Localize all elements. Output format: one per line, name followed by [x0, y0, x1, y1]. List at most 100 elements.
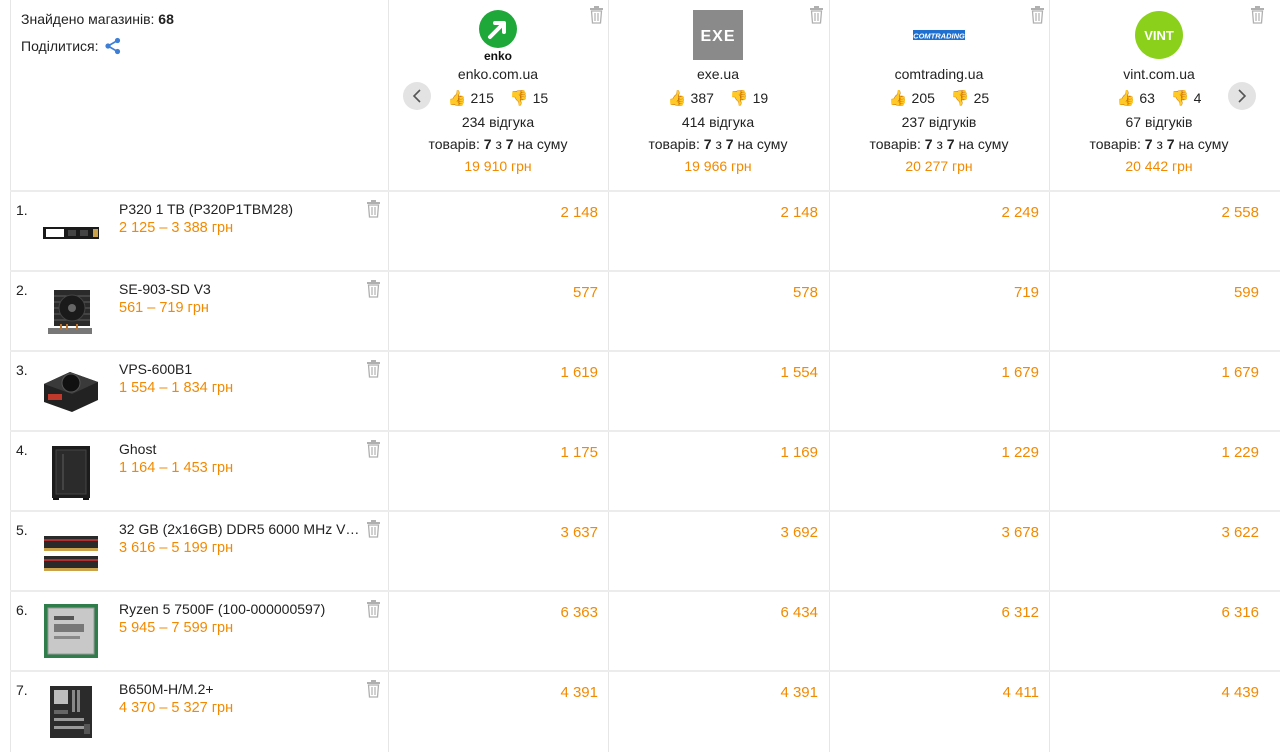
motherboard-icon[interactable]: [40, 680, 102, 742]
remove-product-trash-icon[interactable]: [366, 280, 381, 298]
thumbs-down-icon: 👎: [509, 90, 529, 107]
remove-store-trash-icon[interactable]: [1250, 6, 1265, 24]
store-price[interactable]: 719: [829, 284, 1039, 301]
store-price[interactable]: 1 554: [608, 364, 818, 381]
case-icon[interactable]: [40, 440, 102, 502]
table-row: 2. SE-903-SD V3 561 – 719 грн 577 578 71…: [0, 272, 1280, 352]
store-price[interactable]: 4 439: [1049, 684, 1259, 701]
likes-count: 63: [1139, 90, 1155, 106]
cpu-icon[interactable]: [40, 600, 102, 662]
store-price[interactable]: 2 148: [388, 204, 598, 221]
chevron-right-icon: [1238, 89, 1247, 103]
store-domain[interactable]: enko.com.ua: [388, 66, 608, 82]
share-icon[interactable]: [104, 37, 122, 55]
thumbs-up-icon: 👍: [447, 90, 467, 107]
store-price[interactable]: 1 679: [1049, 364, 1259, 381]
store-reviews[interactable]: 237 відгуків: [829, 114, 1049, 130]
store-reviews[interactable]: 414 відгука: [608, 114, 828, 130]
svg-text:enko: enko: [484, 49, 512, 62]
store-price[interactable]: 3 678: [829, 524, 1039, 541]
store-total-price[interactable]: 20 442 грн: [1049, 158, 1269, 174]
product-name[interactable]: 32 GB (2x16GB) DDR5 6000 MHz V…: [119, 521, 361, 537]
product-name[interactable]: Ghost: [119, 441, 361, 457]
store-goods-count: товарів: 7 з 7 на суму: [428, 136, 568, 152]
dislikes-count: 4: [1193, 90, 1202, 106]
store-price[interactable]: 1 229: [1049, 444, 1259, 461]
store-domain[interactable]: comtrading.ua: [829, 66, 1049, 82]
remove-product-trash-icon[interactable]: [366, 600, 381, 618]
store-total-price[interactable]: 19 910 грн: [388, 158, 608, 174]
enko-logo[interactable]: enko: [477, 10, 519, 62]
likes-count: 205: [911, 90, 935, 106]
remove-product-trash-icon[interactable]: [366, 520, 381, 538]
remove-product-trash-icon[interactable]: [366, 440, 381, 458]
store-total-price[interactable]: 19 966 грн: [608, 158, 828, 174]
store-price[interactable]: 1 679: [829, 364, 1039, 381]
prev-stores-button[interactable]: [403, 82, 431, 110]
table-row: 3. VPS-600B1 1 554 – 1 834 грн 1 619 1 5…: [0, 352, 1280, 432]
remove-product-trash-icon[interactable]: [366, 200, 381, 218]
store-price[interactable]: 3 692: [608, 524, 818, 541]
product-price-range: 4 370 – 5 327 грн: [119, 700, 234, 716]
thumbs-down-icon: 👎: [1170, 90, 1190, 107]
store-price[interactable]: 2 558: [1049, 204, 1259, 221]
store-total-price[interactable]: 20 277 грн: [829, 158, 1049, 174]
store-price[interactable]: 578: [608, 284, 818, 301]
store-price[interactable]: 6 363: [388, 604, 598, 621]
product-price-range: 3 616 – 5 199 грн: [119, 540, 234, 556]
vint-logo[interactable]: VINT: [1134, 10, 1184, 60]
store-price[interactable]: 1 175: [388, 444, 598, 461]
store-price[interactable]: 6 312: [829, 604, 1039, 621]
product-name[interactable]: B650M-H/M.2+: [119, 681, 361, 697]
product-name[interactable]: Ryzen 5 7500F (100-000000597): [119, 601, 361, 617]
table-row: 5. 32 GB (2x16GB) DDR5 6000 MHz V… 3 616…: [0, 512, 1280, 592]
remove-product-trash-icon[interactable]: [366, 360, 381, 378]
product-price-range: 561 – 719 грн: [119, 300, 209, 316]
store-domain[interactable]: exe.ua: [608, 66, 828, 82]
row-number: 5.: [16, 522, 28, 538]
store-reviews[interactable]: 67 відгуків: [1049, 114, 1269, 130]
row-number: 7.: [16, 682, 28, 698]
svg-text:COMTRADING: COMTRADING: [913, 32, 965, 41]
product-price-range: 2 125 – 3 388 грн: [119, 220, 234, 236]
store-price[interactable]: 4 411: [829, 684, 1039, 701]
store-price[interactable]: 1 169: [608, 444, 818, 461]
store-price[interactable]: 599: [1049, 284, 1259, 301]
share-control[interactable]: Поділитися:: [21, 37, 381, 55]
store-price[interactable]: 1 619: [388, 364, 598, 381]
store-price[interactable]: 2 148: [608, 204, 818, 221]
remove-store-trash-icon[interactable]: [1030, 6, 1045, 24]
next-stores-button[interactable]: [1228, 82, 1256, 110]
summary-panel: Знайдено магазинів: 68 Поділитися:: [21, 11, 381, 55]
store-price[interactable]: 4 391: [388, 684, 598, 701]
product-name[interactable]: VPS-600B1: [119, 361, 361, 377]
store-price[interactable]: 6 434: [608, 604, 818, 621]
remove-store-trash-icon[interactable]: [589, 6, 604, 24]
comtrading-logo[interactable]: COMTRADING: [913, 28, 965, 42]
product-name[interactable]: P320 1 TB (P320P1TBM28): [119, 201, 361, 217]
store-reviews[interactable]: 234 відгука: [388, 114, 608, 130]
thumbs-up-icon: 👍: [667, 90, 687, 107]
store-price[interactable]: 2 249: [829, 204, 1039, 221]
table-row: 6. Ryzen 5 7500F (100-000000597) 5 945 –…: [0, 592, 1280, 672]
store-price[interactable]: 577: [388, 284, 598, 301]
product-price-range: 1 554 – 1 834 грн: [119, 380, 234, 396]
row-number: 1.: [16, 202, 28, 218]
chevron-left-icon: [412, 89, 421, 103]
psu-icon[interactable]: [40, 360, 102, 422]
store-price[interactable]: 1 229: [829, 444, 1039, 461]
cooler-icon[interactable]: [40, 280, 102, 342]
row-number: 2.: [16, 282, 28, 298]
store-price[interactable]: 6 316: [1049, 604, 1259, 621]
store-price[interactable]: 3 637: [388, 524, 598, 541]
remove-store-trash-icon[interactable]: [809, 6, 824, 24]
remove-product-trash-icon[interactable]: [366, 680, 381, 698]
store-price[interactable]: 3 622: [1049, 524, 1259, 541]
exe-logo[interactable]: EXE: [693, 10, 743, 60]
ssd-icon[interactable]: [40, 200, 102, 262]
ram-icon[interactable]: [40, 520, 102, 582]
product-price-range: 1 164 – 1 453 грн: [119, 460, 234, 476]
store-domain[interactable]: vint.com.ua: [1049, 66, 1269, 82]
product-name[interactable]: SE-903-SD V3: [119, 281, 361, 297]
store-price[interactable]: 4 391: [608, 684, 818, 701]
